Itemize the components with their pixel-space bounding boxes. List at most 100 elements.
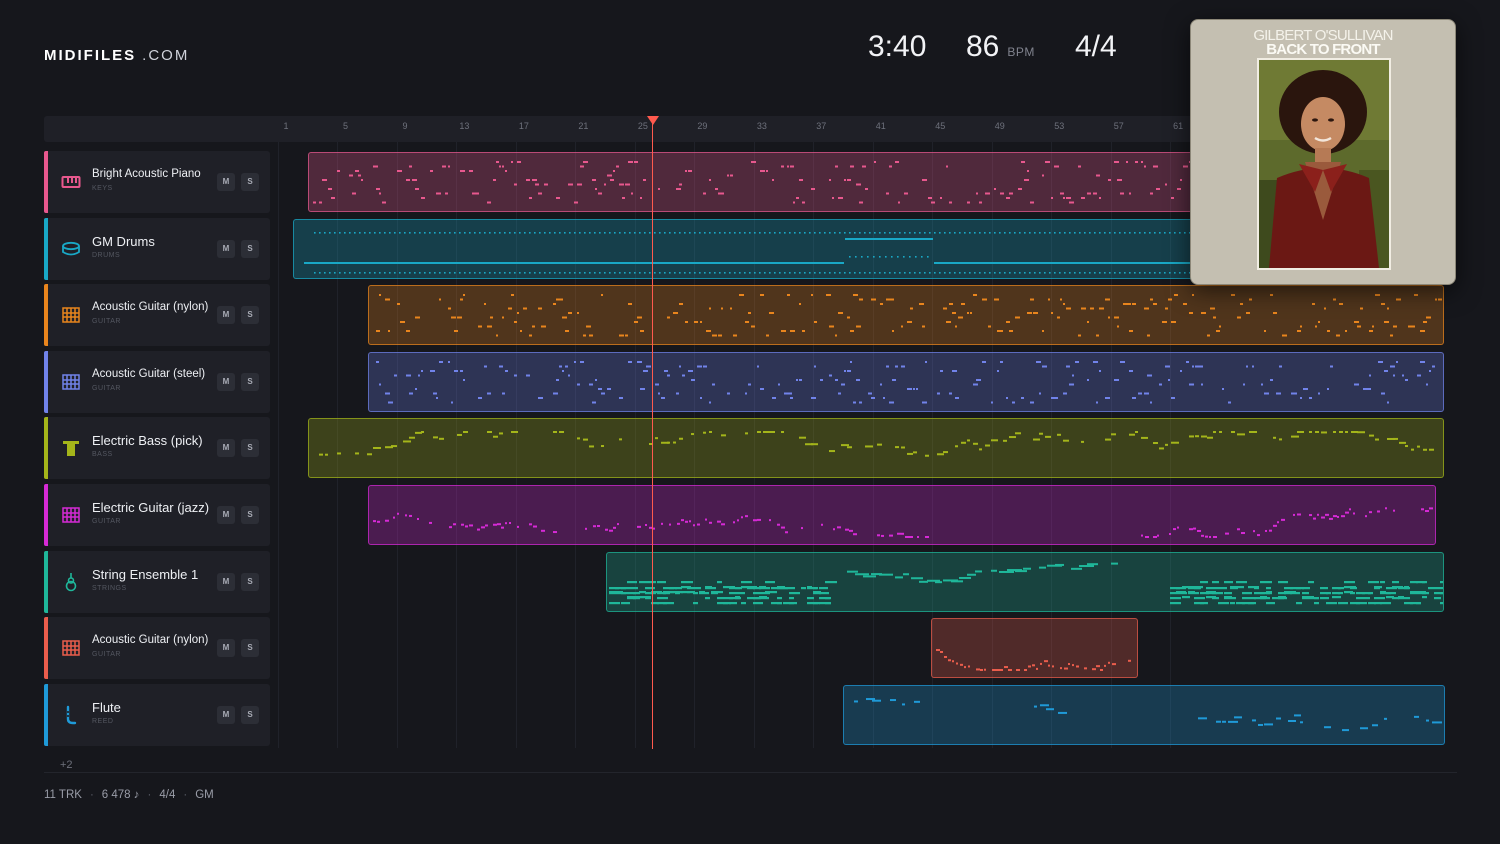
midi-region[interactable]	[368, 351, 1444, 412]
ruler-tick: 61	[1173, 121, 1184, 131]
solo-button[interactable]: S	[241, 372, 259, 391]
midi-region[interactable]	[606, 551, 1444, 612]
mute-button[interactable]: M	[217, 372, 235, 391]
album-title: BACK TO FRONT	[1266, 41, 1380, 58]
track-header[interactable]: Bright Acoustic Piano KEYS M S	[44, 151, 270, 213]
track-name: Bright Acoustic Piano	[92, 168, 201, 180]
ruler-tick: 37	[816, 121, 827, 131]
track-name: Acoustic Guitar (steel)	[92, 367, 206, 380]
track-color-bar	[44, 683, 48, 746]
footer-stats: 11 TRK · 6 478 ♪ · 4/4 · GM	[44, 789, 214, 801]
mute-button[interactable]: M	[217, 506, 235, 524]
track-count: 11 TRK	[44, 789, 82, 801]
track-name: Acoustic Guitar (nylon)	[92, 634, 209, 647]
track-name: Acoustic Guitar (nylon)	[92, 301, 209, 314]
mute-button[interactable]: M	[217, 439, 235, 458]
track-category: REED	[92, 717, 114, 725]
track-category: STRINGS	[92, 584, 127, 592]
track-name: String Ensemble 1	[92, 566, 199, 582]
solo-button[interactable]: S	[241, 705, 259, 724]
ruler-tick: 1	[283, 121, 289, 131]
track-category: DRUMS	[92, 251, 121, 259]
track-color-bar	[44, 617, 48, 680]
track-category: BASS	[92, 451, 113, 459]
midi-standard: GM	[195, 789, 214, 801]
tempo-unit: BPM	[1007, 45, 1035, 59]
ruler-tick: 17	[518, 121, 529, 131]
track-color-bar	[44, 217, 48, 280]
track-category: GUITAR	[92, 651, 121, 659]
gridline	[278, 142, 279, 748]
track-color-bar	[44, 550, 48, 613]
tempo-value: 86	[966, 30, 1000, 63]
track-name: Electric Bass (pick)	[92, 433, 203, 449]
midi-region[interactable]	[368, 285, 1444, 346]
midi-region[interactable]	[368, 485, 1436, 545]
album-photo	[1257, 58, 1391, 270]
ruler-tick: 33	[756, 121, 767, 131]
ruler-tick: 29	[697, 121, 708, 131]
track-header[interactable]: Flute REED M S	[44, 683, 270, 746]
ruler-tick: 49	[994, 121, 1005, 131]
track-header[interactable]: Electric Bass (pick) BASS M S	[44, 417, 270, 480]
mute-button[interactable]: M	[217, 639, 235, 658]
midi-region[interactable]	[843, 684, 1445, 745]
track-header[interactable]: Electric Guitar (jazz) GUITAR M S	[44, 484, 270, 546]
more-tracks[interactable]: +2	[60, 759, 73, 771]
ruler-tick: 45	[935, 121, 946, 131]
footer-time-signature: 4/4	[159, 789, 176, 801]
track-category: GUITAR	[92, 384, 121, 392]
ruler-tick: 21	[578, 121, 589, 131]
note-count: 6 478 ♪	[101, 789, 140, 801]
ruler-tick: 5	[342, 121, 348, 131]
midi-region[interactable]	[931, 618, 1138, 679]
track-color-bar	[44, 350, 48, 413]
solo-button[interactable]: S	[241, 572, 259, 591]
track-header[interactable]: Acoustic Guitar (nylon) GUITAR M S	[44, 617, 270, 680]
track-color-bar	[44, 484, 48, 546]
mute-button[interactable]: M	[217, 239, 235, 258]
time-signature-display: 4/4	[1075, 30, 1117, 63]
footer-divider	[44, 772, 1457, 773]
track-header[interactable]: GM Drums DRUMS M S	[44, 217, 270, 280]
guitar-icon	[61, 638, 81, 658]
track-color-bar	[44, 151, 48, 213]
playhead[interactable]	[651, 122, 653, 749]
solo-button[interactable]: S	[241, 173, 259, 191]
bass-icon	[61, 438, 81, 458]
track-header[interactable]: Acoustic Guitar (nylon) GUITAR M S	[44, 284, 270, 347]
guitar-icon	[61, 505, 81, 525]
brand-suffix: .COM	[142, 47, 190, 64]
brand-name: MIDIFILES	[44, 47, 137, 64]
ruler-tick: 13	[459, 121, 470, 131]
guitar-icon	[61, 305, 81, 325]
track-header[interactable]: Acoustic Guitar (steel) GUITAR M S	[44, 350, 270, 413]
solo-button[interactable]: S	[241, 439, 259, 458]
solo-button[interactable]: S	[241, 239, 259, 258]
logo[interactable]: MIDIFILES .COM	[44, 47, 189, 64]
track-name: GM Drums	[92, 233, 155, 249]
drum-icon	[61, 239, 81, 259]
track-category: GUITAR	[92, 518, 121, 525]
midi-region[interactable]	[308, 418, 1444, 479]
track-color-bar	[44, 284, 48, 347]
playhead-handle[interactable]	[646, 116, 659, 125]
ruler-tick: 53	[1054, 121, 1065, 131]
tempo-display: 86 BPM	[966, 30, 1035, 64]
guitar-icon	[61, 372, 81, 392]
ruler-tick: 41	[875, 121, 886, 131]
track-name: Electric Guitar (jazz)	[92, 500, 210, 515]
mute-button[interactable]: M	[217, 705, 235, 724]
track-category: KEYS	[92, 185, 113, 192]
album-cover: GILBERT O'SULLIVAN BACK TO FRONT	[1190, 19, 1456, 285]
mute-button[interactable]: M	[217, 572, 235, 591]
solo-button[interactable]: S	[241, 506, 259, 524]
track-header[interactable]: String Ensemble 1 STRINGS M S	[44, 550, 270, 613]
violin-icon	[61, 572, 81, 592]
flute-icon	[61, 705, 81, 725]
track-category: GUITAR	[92, 318, 121, 326]
solo-button[interactable]: S	[241, 639, 259, 658]
mute-button[interactable]: M	[217, 306, 235, 325]
mute-button[interactable]: M	[217, 173, 235, 191]
solo-button[interactable]: S	[241, 306, 259, 325]
